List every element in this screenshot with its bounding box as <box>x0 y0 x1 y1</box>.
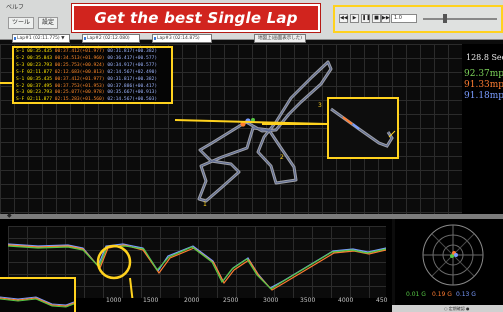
zoom-inset-map <box>330 107 396 148</box>
gforce-lap-2: 0.19 G <box>432 291 452 298</box>
status-bar: ○ 定期確認 ● <box>392 305 503 312</box>
gforce-lap-3: 0.13 G <box>456 291 476 298</box>
pause-icon[interactable]: ❚❚ <box>361 14 370 23</box>
x-tick: 1000 <box>106 297 122 304</box>
lap-row: S-2 00:35.843 00:34.513(+01.960) 00:36.4… <box>16 55 158 61</box>
sector-label-2: 2 <box>280 154 284 161</box>
speed-lap-2: 91.33mph <box>464 80 503 90</box>
gforce-panel <box>395 219 503 312</box>
play-icon[interactable]: ▶ <box>350 14 359 23</box>
playback-controls: ◀◀ ▶ ❚❚ ■ ▶▶ 1.0 <box>333 5 503 33</box>
menu-label[interactable]: ベルフ <box>6 2 24 11</box>
playback-speed-select[interactable]: 1.0 <box>391 14 417 23</box>
forward-icon[interactable]: ▶▶ <box>381 14 390 23</box>
total-time: 128.8 Sec <box>466 53 503 62</box>
graph-thumbnail <box>0 277 76 312</box>
lap-select-1[interactable]: Lap#1 (02:11.775) ▼ <box>12 34 70 43</box>
sector-label-1: 1 <box>203 201 207 208</box>
playback-slider-thumb[interactable] <box>443 14 447 23</box>
lap-select-3[interactable]: Lap#3 (02:14.875) <box>152 34 212 43</box>
lap-row: S-F 02:11.877 02:12.683(+00.813) 02:14.5… <box>16 69 158 75</box>
lap-row: S-1 00:35.435 00:37.412(+01.977) 00:31.8… <box>16 76 158 82</box>
settings-button[interactable]: 設定 <box>38 17 59 29</box>
speed-lap-3: 91.18mph <box>464 91 503 101</box>
playback-slider[interactable] <box>423 18 497 20</box>
thumbnail-graph <box>0 296 74 308</box>
lap-row: S-F 02:11.877 02:15.283(+01.560) 02:14.5… <box>16 97 158 103</box>
speed-lap-1: 92.37mph <box>464 69 503 79</box>
table-callout-line <box>0 82 12 84</box>
track-outline <box>197 60 333 203</box>
app-window: ベルフ ツール 設定 Get the best Single Lap ◀◀ ▶ … <box>0 0 503 312</box>
tools-button[interactable]: ツール <box>8 17 35 29</box>
lap-time-table: S-1 00:35.435 00:37.412(+01.977) 00:31.8… <box>12 46 173 104</box>
lap-row: S-1 00:35.435 00:37.412(+01.977) 00:31.8… <box>16 49 158 54</box>
x-tick: 450 <box>376 297 388 304</box>
x-tick: 1500 <box>143 297 159 304</box>
track-zoom-inset <box>327 97 399 159</box>
lap-selector-bar: Lap#1 (02:11.775) ▼ Lap#2 (02:12.080) La… <box>12 34 492 44</box>
lap-row: S-3 00:23.793 00:25.753(+00.924) 00:34.9… <box>16 62 158 68</box>
headline-banner: Get the best Single Lap <box>72 4 320 32</box>
x-tick: 2500 <box>223 297 239 304</box>
sector-label-3: 3 <box>318 102 322 109</box>
stop-icon[interactable]: ■ <box>372 14 381 23</box>
splitter-grip-icon[interactable]: ◆ <box>7 212 12 219</box>
map-view-button[interactable]: 地図上(画面表示した) <box>254 34 307 43</box>
x-tick: 4000 <box>338 297 354 304</box>
headline-text: Get the best Single Lap <box>94 9 298 27</box>
gforce-lap-1: 0.01 G <box>406 291 426 298</box>
x-tick: 3000 <box>263 297 279 304</box>
lap-select-2[interactable]: Lap#2 (02:12.080) <box>82 34 140 43</box>
x-tick: 2000 <box>184 297 200 304</box>
x-tick: 3500 <box>300 297 316 304</box>
rewind-icon[interactable]: ◀◀ <box>339 14 348 23</box>
